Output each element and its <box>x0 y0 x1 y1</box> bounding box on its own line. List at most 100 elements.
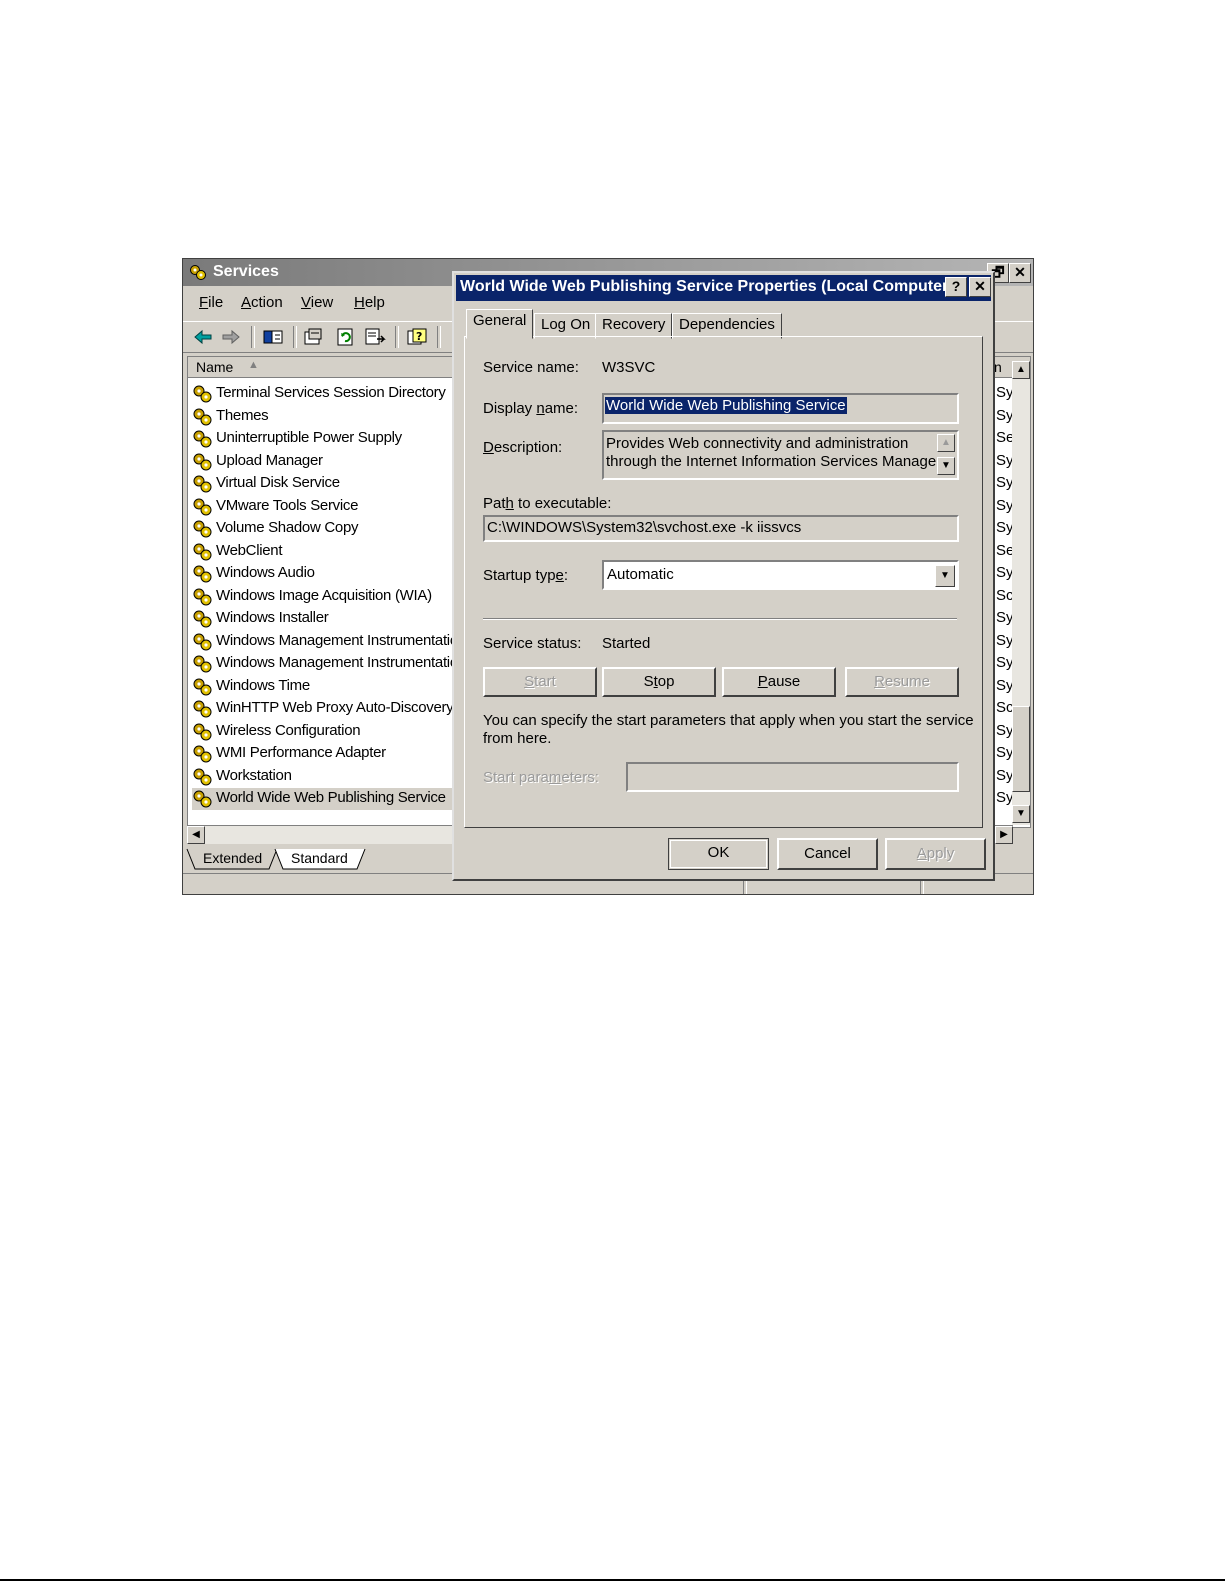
service-gear-icon <box>193 498 212 515</box>
display-name-field[interactable]: World Wide Web Publishing Service <box>602 393 959 424</box>
table-row[interactable]: Volume Shadow Copy <box>192 518 452 540</box>
table-row[interactable]: Workstation <box>192 766 452 788</box>
dialog-close-button[interactable]: ✕ <box>969 277 991 297</box>
scroll-down-arrow-icon[interactable]: ▼ <box>1012 805 1030 823</box>
menu-file[interactable]: File <box>199 294 223 311</box>
service-gear-icon <box>193 768 212 785</box>
table-row[interactable]: Windows Management Instrumentatio <box>192 631 458 653</box>
column-header-logon[interactable]: n <box>994 359 1002 375</box>
tab-general[interactable]: General <box>466 309 534 339</box>
help-button[interactable]: ? <box>945 277 967 297</box>
service-logon-cell: Sy <box>996 384 1014 401</box>
service-gear-icon <box>193 745 212 763</box>
path-value: C:\WINDOWS\System32\svchost.exe -k iissv… <box>487 519 802 536</box>
table-row[interactable]: WMI Performance Adapter <box>192 743 452 765</box>
table-row[interactable]: Windows Time <box>192 676 452 698</box>
service-gear-icon <box>193 430 212 448</box>
description-scroll-down-icon[interactable]: ▼ <box>937 457 955 475</box>
table-row[interactable]: Windows Image Acquisition (WIA) <box>192 586 452 608</box>
properties-dialog: World Wide Web Publishing Service Proper… <box>452 271 995 881</box>
service-name: Wireless Configuration <box>216 721 361 739</box>
service-gear-icon <box>193 475 212 493</box>
table-row[interactable]: Wireless Configuration <box>192 721 452 743</box>
display-name-value: World Wide Web Publishing Service <box>605 397 847 414</box>
table-row[interactable]: Upload Manager <box>192 451 452 473</box>
back-arrow-icon[interactable] <box>191 326 215 348</box>
service-gear-icon <box>193 588 212 605</box>
service-name: Windows Audio <box>216 564 315 581</box>
startup-type-select[interactable]: Automatic ▼ <box>602 560 959 590</box>
tab-standard[interactable]: Standard <box>281 848 358 872</box>
service-gear-icon <box>193 543 212 560</box>
service-gear-icon <box>193 520 212 538</box>
service-name: Upload Manager <box>216 451 323 469</box>
divider <box>483 618 957 620</box>
service-logon-cell: Sy <box>996 789 1014 806</box>
stop-button[interactable]: Stop <box>602 667 716 697</box>
table-row[interactable]: Windows Installer <box>192 608 452 630</box>
scroll-up-arrow-icon[interactable]: ▲ <box>1012 361 1030 379</box>
service-name: Workstation <box>216 766 292 784</box>
table-row[interactable]: WinHTTP Web Proxy Auto-Discovery <box>192 698 454 720</box>
services-title: Services <box>213 263 279 280</box>
close-icon[interactable]: ✕ <box>1009 263 1031 283</box>
service-name: Volume Shadow Copy <box>216 519 359 536</box>
service-gear-icon <box>193 700 212 718</box>
page-bottom-rule <box>0 1579 1225 1581</box>
path-field[interactable]: C:\WINDOWS\System32\svchost.exe -k iissv… <box>483 515 959 542</box>
vertical-scroll-thumb[interactable] <box>1012 706 1030 792</box>
menu-view[interactable]: View <box>301 294 333 311</box>
scroll-right-arrow-icon[interactable]: ▶ <box>995 826 1013 844</box>
menu-help[interactable]: Help <box>354 294 385 311</box>
table-row[interactable]: WebClient <box>192 541 452 563</box>
forward-arrow-icon[interactable] <box>219 326 243 348</box>
menu-action[interactable]: Action <box>241 294 283 311</box>
pause-button[interactable]: Pause <box>722 667 836 697</box>
table-row[interactable]: VMware Tools Service <box>192 496 452 518</box>
show-hide-tree-icon[interactable] <box>261 326 285 348</box>
table-row[interactable]: Virtual Disk Service <box>192 473 452 495</box>
service-name: Themes <box>216 406 269 424</box>
service-gear-icon <box>193 790 212 808</box>
service-gear-icon <box>193 678 212 695</box>
service-name: Windows Management Instrumentatio <box>216 654 458 671</box>
help-topics-icon[interactable]: ? <box>405 326 429 348</box>
properties-icon[interactable] <box>301 326 325 348</box>
start-button[interactable]: Start <box>483 667 597 697</box>
ok-button[interactable]: OK <box>668 838 769 870</box>
tab-extended[interactable]: Extended <box>193 848 272 872</box>
dialog-title-bar[interactable]: World Wide Web Publishing Service Proper… <box>456 275 991 301</box>
sort-ascending-icon: ▲ <box>248 359 259 371</box>
service-gear-icon <box>193 723 212 740</box>
service-logon-cell: Sy <box>996 474 1014 491</box>
column-header-name[interactable]: Name <box>196 359 233 375</box>
table-row[interactable]: Themes <box>192 406 452 428</box>
start-parameters-input[interactable] <box>626 762 959 792</box>
table-row[interactable]: Windows Management Instrumentatio <box>192 653 458 675</box>
resume-button[interactable]: Resume <box>845 667 959 697</box>
chevron-down-icon[interactable]: ▼ <box>935 565 955 587</box>
service-logon-cell: Sc <box>996 586 1014 604</box>
export-list-icon[interactable] <box>363 326 387 348</box>
description-scroll-up-icon[interactable]: ▲ <box>937 434 955 452</box>
cancel-button[interactable]: Cancel <box>777 838 878 870</box>
table-row[interactable]: World Wide Web Publishing Service <box>192 788 452 810</box>
service-logon-cell: Sy <box>996 654 1014 671</box>
startup-type-label: Startup type: <box>483 567 569 584</box>
table-row[interactable]: Uninterruptible Power Supply <box>192 428 452 450</box>
service-status-value: Started <box>602 635 651 652</box>
service-gear-icon <box>193 633 212 650</box>
vertical-scrollbar[interactable]: ▲ ▼ <box>1012 361 1030 825</box>
description-field[interactable]: Provides Web connectivity and administra… <box>602 430 959 480</box>
service-logon-cell: Sy <box>996 766 1014 784</box>
service-name-value: W3SVC <box>602 359 656 376</box>
table-row[interactable]: Terminal Services Session Directory <box>192 383 452 405</box>
description-label: Description: <box>483 439 563 456</box>
service-name: Windows Installer <box>216 609 329 626</box>
service-name: WinHTTP Web Proxy Auto-Discovery <box>216 699 454 716</box>
scroll-left-arrow-icon[interactable]: ◀ <box>187 826 205 844</box>
apply-button[interactable]: Apply <box>885 838 986 870</box>
table-row[interactable]: Windows Audio <box>192 563 452 585</box>
refresh-icon[interactable] <box>333 326 357 348</box>
display-name-label: Display name: <box>483 400 579 417</box>
